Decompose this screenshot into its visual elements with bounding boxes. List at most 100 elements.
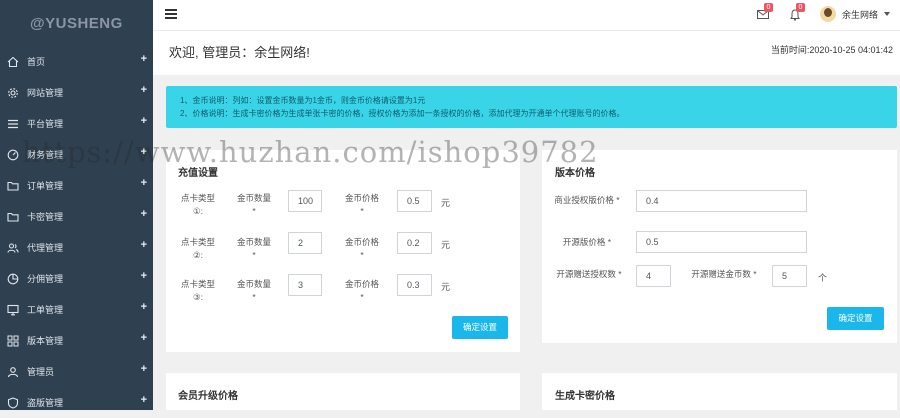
avatar	[819, 6, 836, 22]
gift-auth-label: 开源赠送授权数 *	[556, 269, 622, 279]
recharge-price-input-2[interactable]: 0.2	[397, 232, 432, 254]
version-panel: 版本价格 商业授权版价格 * 0.4 开源版价格 * 0.5 开源赠送授权数 *…	[542, 150, 897, 343]
sidebar-item-label: 订单管理	[27, 181, 64, 191]
recharge-submit-button[interactable]: 确定设置	[452, 316, 508, 339]
sidebar-item-6[interactable]: 卡密管理 +	[0, 201, 153, 232]
gift-coin-input[interactable]: 5	[772, 265, 807, 287]
recharge-type-label-2: 点卡类型②:	[180, 237, 215, 260]
sidebar-item-4[interactable]: 财务管理 +	[0, 139, 153, 170]
sidebar-item-label: 分佣管理	[27, 274, 64, 284]
recharge-price-input-1[interactable]: 0.5	[397, 190, 432, 212]
sidebar-item-label: 管理员	[27, 367, 55, 377]
sidebar-item-label: 平台管理	[27, 119, 64, 129]
sidebar-item-label: 首页	[27, 57, 46, 67]
mail-icon[interactable]: 0	[757, 3, 773, 20]
cardgen-panel: 生成卡密价格	[542, 373, 897, 410]
notice-line-1: 1、金币说明：列如：设置金币数量为1金币，则金币价格请设置为1元	[180, 96, 426, 105]
expand-plus-icon: +	[140, 53, 147, 65]
member-upgrade-title: 会员升级价格	[178, 391, 238, 402]
commercial-price-label: 商业授权版价格 *	[554, 195, 620, 205]
recharge-coin-input-1[interactable]: 100	[288, 190, 322, 212]
sidebar-nav: 首页 + 网站管理 + 平台管理 + 财务管理 + 订单管理 + 卡密管理 + 代理管理 + 分佣管理 + 工单…	[0, 46, 153, 418]
notice-alert: 1、金币说明：列如：设置金币数量为1金币，则金币价格请设置为1元 2、价格说明：…	[166, 86, 897, 128]
recharge-coin-input-2[interactable]: 2	[288, 232, 322, 254]
monitor-icon	[6, 303, 20, 317]
expand-plus-icon: +	[140, 270, 147, 282]
top-navbar: 0 0 余生网络	[153, 0, 900, 31]
welcome-bar: 欢迎, 管理员：余生网络! 当前时间:2020-10-25 04:01:42	[153, 31, 900, 75]
recharge-unit-3: 元	[441, 282, 451, 292]
recharge-title: 充值设置	[178, 168, 218, 179]
users-icon	[6, 241, 20, 255]
recharge-coin-label-3: 金币数量 *	[236, 279, 271, 302]
sidebar-item-2[interactable]: 网站管理 +	[0, 77, 153, 108]
expand-plus-icon: +	[140, 394, 147, 406]
expand-plus-icon: +	[140, 239, 147, 251]
expand-plus-icon: +	[140, 301, 147, 313]
sidebar-item-3[interactable]: 平台管理 +	[0, 108, 153, 139]
sidebar: @YUSHENG 首页 + 网站管理 + 平台管理 + 财务管理 + 订单管理 + 卡密管理 + 代理管…	[0, 0, 153, 410]
recharge-coin-input-3[interactable]: 3	[288, 274, 322, 296]
grid-icon	[6, 334, 20, 348]
recharge-type-label-3: 点卡类型③:	[180, 279, 215, 302]
chevron-down-icon	[884, 12, 890, 16]
sidebar-item-11[interactable]: 管理员 +	[0, 356, 153, 387]
expand-plus-icon: +	[140, 363, 147, 375]
sidebar-item-label: 网站管理	[27, 88, 64, 98]
recharge-price-label-1: 金币价格 *	[344, 193, 379, 216]
bell-icon[interactable]: 0	[789, 3, 805, 21]
expand-plus-icon: +	[140, 146, 147, 158]
recharge-price-label-3: 金币价格 *	[344, 279, 379, 302]
sidebar-logo: @YUSHENG	[30, 15, 123, 32]
sidebar-item-label: 卡密管理	[27, 212, 64, 222]
sidebar-item-label: 盗版管理	[27, 398, 64, 408]
recharge-unit-2: 元	[441, 240, 451, 250]
sidebar-item-label: 版本管理	[27, 336, 64, 346]
recharge-panel: 充值设置 点卡类型①: 金币数量 * 100 金币价格 * 0.5 元 点卡类型…	[166, 150, 520, 352]
sidebar-item-label: 代理管理	[27, 243, 64, 253]
member-upgrade-panel: 会员升级价格	[166, 373, 520, 410]
page-title: 欢迎, 管理员：余生网络!	[169, 45, 310, 60]
sidebar-item-5[interactable]: 订单管理 +	[0, 170, 153, 201]
sidebar-item-8[interactable]: 分佣管理 +	[0, 263, 153, 294]
cardgen-title: 生成卡密价格	[555, 391, 615, 402]
pie-icon	[6, 272, 20, 286]
dashboard-icon	[6, 148, 20, 162]
folder-icon	[6, 210, 20, 224]
bell-badge: 0	[796, 3, 805, 12]
recharge-coin-label-1: 金币数量 *	[236, 193, 271, 216]
expand-plus-icon: +	[140, 177, 147, 189]
open-price-label: 开源版价格 *	[562, 237, 612, 247]
sidebar-item-10[interactable]: 版本管理 +	[0, 325, 153, 356]
user-icon	[6, 365, 20, 379]
recharge-unit-1: 元	[441, 198, 451, 208]
expand-plus-icon: +	[140, 208, 147, 220]
open-price-input[interactable]: 0.5	[636, 231, 807, 253]
version-title: 版本价格	[555, 168, 595, 179]
notice-line-2: 2、价格说明：生成卡密价格为生成单张卡密的价格，授权价格为添加一条授权的价格，添…	[180, 109, 625, 118]
gift-coin-unit: 个	[818, 273, 828, 283]
sidebar-item-7[interactable]: 代理管理 +	[0, 232, 153, 263]
current-time: 当前时间:2020-10-25 04:01:42	[770, 45, 893, 55]
recharge-type-label-1: 点卡类型①:	[180, 193, 215, 216]
commercial-price-input[interactable]: 0.4	[636, 190, 807, 212]
user-name: 余生网络	[841, 9, 878, 20]
folder-icon	[6, 179, 20, 193]
recharge-price-input-3[interactable]: 0.3	[397, 274, 432, 296]
sidebar-item-12[interactable]: 盗版管理 +	[0, 387, 153, 418]
expand-plus-icon: +	[140, 332, 147, 344]
recharge-coin-label-2: 金币数量 *	[236, 237, 271, 260]
expand-plus-icon: +	[140, 115, 147, 127]
gift-auth-input[interactable]: 4	[636, 265, 671, 287]
menu-toggle-icon[interactable]	[165, 9, 177, 19]
user-menu[interactable]: 余生网络	[819, 6, 890, 22]
sidebar-item-9[interactable]: 工单管理 +	[0, 294, 153, 325]
mail-badge: 0	[764, 3, 773, 12]
sidebar-item-1[interactable]: 首页 +	[0, 46, 153, 77]
list-icon	[6, 117, 20, 131]
recharge-price-label-2: 金币价格 *	[344, 237, 379, 260]
home-icon	[6, 55, 20, 69]
shield-icon	[6, 396, 20, 410]
version-submit-button[interactable]: 确定设置	[827, 307, 884, 330]
expand-plus-icon: +	[140, 84, 147, 96]
